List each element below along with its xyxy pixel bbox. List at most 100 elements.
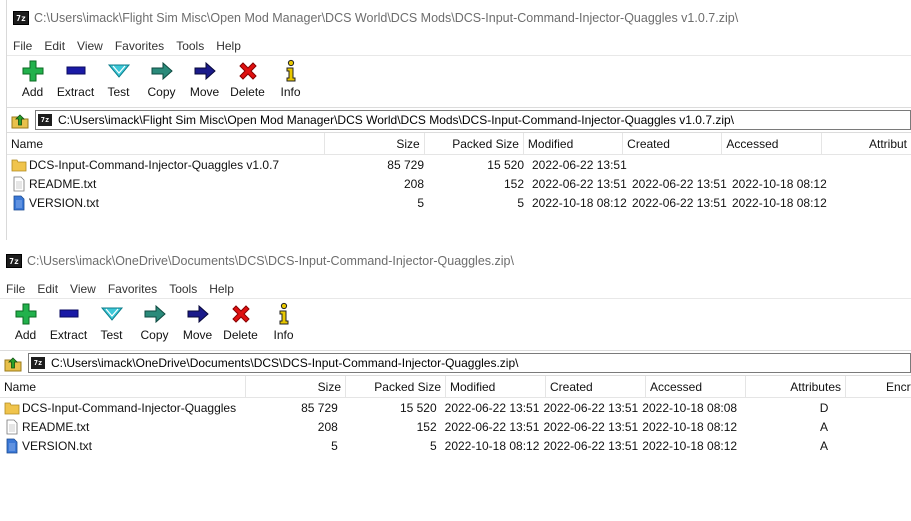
menu-file[interactable]: File <box>0 282 31 296</box>
title-bar[interactable]: 7z C:\Users\imack\OneDrive\Documents\DCS… <box>0 243 911 279</box>
file-name: VERSION.txt <box>29 195 100 210</box>
test-button[interactable]: Test <box>90 302 133 342</box>
size-cell: 5 <box>331 438 338 453</box>
name-cell: VERSION.txt <box>7 195 328 211</box>
move-label: Move <box>182 328 213 342</box>
info-button[interactable]: Info <box>269 59 312 99</box>
path-text: C:\Users\imack\OneDrive\Documents\DCS\DC… <box>51 356 519 370</box>
title-bar[interactable]: 7z C:\Users\imack\Flight Sim Misc\Open M… <box>7 0 911 36</box>
address-bar: 7z C:\Users\imack\Flight Sim Misc\Open M… <box>7 108 911 133</box>
column-accessed[interactable]: Accessed <box>722 133 822 154</box>
test-button[interactable]: Test <box>97 59 140 99</box>
move-button[interactable]: Move <box>176 302 219 342</box>
column-header: Name Size Packed Size Modified Created A… <box>7 133 911 155</box>
path-input[interactable]: 7z C:\Users\imack\OneDrive\Documents\DCS… <box>28 353 911 373</box>
extract-button[interactable]: Extract <box>47 302 90 342</box>
column-encrypted[interactable]: Encry <box>846 376 911 397</box>
column-size[interactable]: Size <box>325 133 425 154</box>
extract-label: Extract <box>56 85 95 99</box>
menu-help[interactable]: Help <box>203 282 240 296</box>
doc-file-icon <box>6 438 18 453</box>
modified-cell: 2022-06-22 13:51 <box>444 419 540 434</box>
archive-icon: 7z <box>38 114 52 126</box>
table-row[interactable]: README.txt 208 152 2022-06-22 13:51 2022… <box>7 174 911 193</box>
minus-icon <box>59 309 78 318</box>
folder-up-button[interactable] <box>2 352 24 374</box>
modified-cell: 2022-10-18 08:12 <box>532 195 627 210</box>
add-button[interactable]: Add <box>11 59 54 99</box>
folder-up-icon <box>11 114 29 129</box>
plus-icon <box>15 303 36 325</box>
column-modified[interactable]: Modified <box>524 133 624 154</box>
archive-window-2: 7z C:\Users\imack\OneDrive\Documents\DCS… <box>0 243 911 521</box>
table-row[interactable]: VERSION.txt 5 5 2022-10-18 08:12 2022-06… <box>7 193 911 212</box>
column-packed-size[interactable]: Packed Size <box>346 376 446 397</box>
packed-cell: 152 <box>503 176 524 191</box>
column-name[interactable]: Name <box>7 133 326 154</box>
text-file-icon <box>13 176 25 191</box>
copy-label: Copy <box>140 328 169 342</box>
menu-tools[interactable]: Tools <box>170 39 210 53</box>
plus-icon <box>22 60 43 82</box>
delete-button[interactable]: Delete <box>226 59 269 99</box>
path-text: C:\Users\imack\Flight Sim Misc\Open Mod … <box>58 113 734 127</box>
extract-label: Extract <box>49 328 88 342</box>
folder-up-button[interactable] <box>9 109 31 131</box>
created-cell: 2022-06-22 13:51 <box>632 176 727 191</box>
accessed-cell: 2022-10-18 08:08 <box>642 400 738 415</box>
menu-favorites[interactable]: Favorites <box>102 282 163 296</box>
toolbar: Add Extract Test Copy Move Delete Info <box>7 56 911 108</box>
move-button[interactable]: Move <box>183 59 226 99</box>
delete-label: Delete <box>230 85 265 99</box>
packed-cell: 15 520 <box>399 400 437 415</box>
menu-favorites[interactable]: Favorites <box>109 39 170 53</box>
column-created[interactable]: Created <box>623 133 723 154</box>
file-name: README.txt <box>29 176 97 191</box>
test-label: Test <box>107 85 130 99</box>
info-label: Info <box>273 328 294 342</box>
name-cell: DCS-Input-Command-Injector-Quaggles <box>0 400 243 416</box>
packed-cell: 5 <box>429 438 437 453</box>
add-button[interactable]: Add <box>4 302 47 342</box>
copy-button[interactable]: Copy <box>133 302 176 342</box>
copy-arrow-icon <box>144 304 166 324</box>
size-cell: 85 729 <box>301 400 338 415</box>
info-button[interactable]: Info <box>262 302 305 342</box>
table-row[interactable]: VERSION.txt 5 5 2022-10-18 08:12 2022-06… <box>0 436 911 455</box>
created-cell: 2022-06-22 13:51 <box>632 195 727 210</box>
column-name[interactable]: Name <box>0 376 246 397</box>
path-input[interactable]: 7z C:\Users\imack\Flight Sim Misc\Open M… <box>35 110 911 130</box>
doc-file-icon <box>13 195 25 210</box>
name-cell: DCS-Input-Command-Injector-Quaggles v1.0… <box>7 157 328 173</box>
extract-button[interactable]: Extract <box>54 59 97 99</box>
column-accessed[interactable]: Accessed <box>646 376 746 397</box>
column-modified[interactable]: Modified <box>446 376 546 397</box>
menu-view[interactable]: View <box>64 282 102 296</box>
modified-cell: 2022-06-22 13:51 <box>532 157 627 172</box>
attributes-cell: D <box>819 400 829 415</box>
menu-edit[interactable]: Edit <box>31 282 64 296</box>
accessed-cell: 2022-10-18 08:12 <box>642 438 738 453</box>
column-attributes[interactable]: Attribut <box>822 133 911 154</box>
file-list: DCS-Input-Command-Injector-Quaggles v1.0… <box>7 155 911 212</box>
menu-help[interactable]: Help <box>210 39 247 53</box>
move-arrow-icon <box>187 304 209 324</box>
toolbar: Add Extract Test Copy Move Delete Info <box>0 299 911 351</box>
table-row[interactable]: DCS-Input-Command-Injector-Quaggles v1.0… <box>7 155 911 174</box>
menu-view[interactable]: View <box>71 39 109 53</box>
table-row[interactable]: DCS-Input-Command-Injector-Quaggles 85 7… <box>0 398 911 417</box>
menu-file[interactable]: File <box>7 39 38 53</box>
delete-button[interactable]: Delete <box>219 302 262 342</box>
table-row[interactable]: README.txt 208 152 2022-06-22 13:51 2022… <box>0 417 911 436</box>
add-label: Add <box>21 85 44 99</box>
copy-label: Copy <box>147 85 176 99</box>
copy-button[interactable]: Copy <box>140 59 183 99</box>
menu-edit[interactable]: Edit <box>38 39 71 53</box>
name-cell: VERSION.txt <box>0 438 243 454</box>
column-size[interactable]: Size <box>246 376 346 397</box>
text-file-icon <box>6 419 18 434</box>
column-attributes[interactable]: Attributes <box>746 376 846 397</box>
column-packed-size[interactable]: Packed Size <box>425 133 524 154</box>
column-created[interactable]: Created <box>546 376 646 397</box>
menu-tools[interactable]: Tools <box>163 282 203 296</box>
